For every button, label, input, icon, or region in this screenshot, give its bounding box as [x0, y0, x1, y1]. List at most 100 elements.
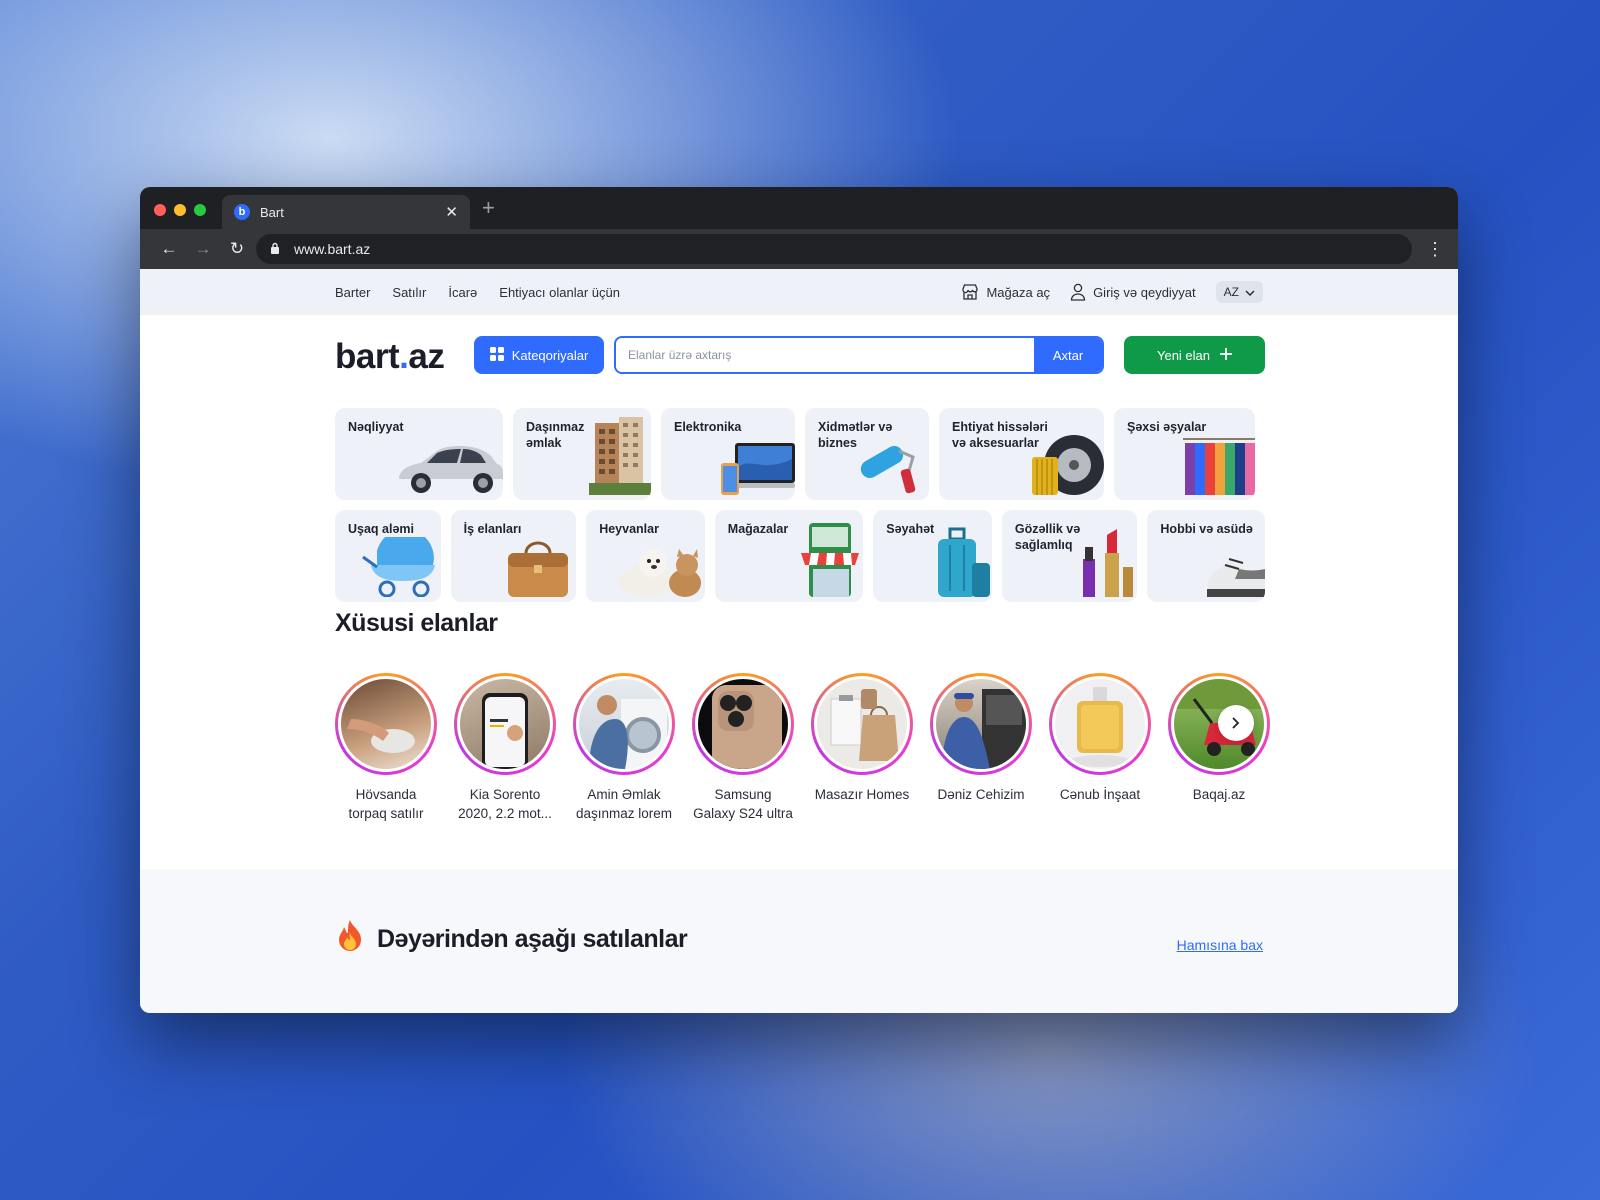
search-bar: Axtar [614, 336, 1104, 374]
laptop-icon [721, 437, 795, 500]
deals-title: Dəyərindən aşağı satılanlar [377, 925, 688, 953]
stroller-icon [357, 529, 441, 602]
close-icon[interactable]: ✕ [445, 203, 458, 221]
sneaker-icon [1205, 539, 1265, 602]
car-icon [393, 437, 503, 500]
category-kids[interactable]: Uşaq aləmi [335, 510, 441, 602]
search-button[interactable]: Axtar [1034, 338, 1102, 372]
category-label: Heyvanlar [599, 522, 659, 536]
browser-window: b Bart ✕ + ← → ↻ www.bart.az ⋮ Barter Sa… [140, 187, 1458, 1013]
lock-icon [270, 242, 280, 257]
url-text: www.bart.az [294, 241, 371, 257]
story-image [695, 676, 791, 772]
language-select[interactable]: AZ [1215, 281, 1263, 303]
nav-for-sale[interactable]: Satılır [392, 285, 426, 300]
story-image [814, 676, 910, 772]
story-name: Masazır Homes [814, 787, 910, 802]
story-image [576, 676, 672, 772]
browser-tab[interactable]: b Bart ✕ [222, 195, 470, 229]
chevron-right-icon[interactable] [1218, 705, 1254, 741]
category-animals[interactable]: Heyvanlar [586, 510, 705, 602]
nav-rent[interactable]: İcarə [448, 285, 477, 300]
top-actions: Mağaza aç Giriş və qeydiyyat AZ [961, 269, 1263, 315]
logo-dot: . [399, 337, 409, 376]
deals-section: Dəyərindən aşağı satılanlar Hamısına bax [140, 869, 1458, 1013]
story-name: Dəniz Cehizim [937, 787, 1025, 802]
search-input[interactable] [616, 338, 1034, 372]
new-listing-button[interactable]: Yeni elan [1124, 336, 1265, 374]
featured-stories: Hövsanda torpaq satılır Kia Sorento 2020… [335, 673, 1270, 823]
store-icon [961, 283, 979, 301]
maximize-window-button[interactable] [194, 204, 206, 216]
story-name: Cənub İnşaat [1059, 787, 1141, 802]
storefront-icon [801, 523, 863, 602]
see-all-link[interactable]: Hamısına bax [1177, 937, 1263, 953]
category-label: Hobbi və asüdə [1160, 522, 1253, 536]
categories-button[interactable]: Kateqoriyalar [474, 336, 604, 374]
tab-title: Bart [260, 204, 284, 220]
category-services[interactable]: Xidmətlər və biznes [805, 408, 929, 500]
login-link[interactable]: Giriş və qeydiyyat [1070, 283, 1196, 301]
address-bar[interactable]: www.bart.az [256, 234, 1412, 264]
cosmetics-icon [1077, 527, 1137, 602]
new-listing-label: Yeni elan [1156, 347, 1210, 363]
site-logo[interactable]: bart.az [335, 337, 445, 377]
logo-main: bart [335, 337, 400, 376]
logo-tld: az [408, 337, 445, 376]
paint-roller-icon [853, 435, 929, 500]
user-icon [1070, 283, 1086, 301]
deals-title-row: Dəyərindən aşağı satılanlar [335, 919, 688, 960]
story-item[interactable]: Baqaj.az [1168, 673, 1270, 823]
language-value: AZ [1223, 285, 1239, 299]
reload-icon[interactable]: ↻ [220, 239, 254, 259]
category-travel[interactable]: Səyahət [873, 510, 992, 602]
story-image [933, 676, 1029, 772]
tire-icon [1032, 429, 1104, 500]
story-name: Baqaj.az [1192, 787, 1246, 802]
forward-arrow-icon[interactable]: → [186, 239, 220, 259]
story-item[interactable]: Kia Sorento 2020, 2.2 mot... [454, 673, 556, 823]
nav-barter[interactable]: Barter [335, 285, 370, 300]
story-item[interactable]: Samsung Galaxy S24 ultra [692, 673, 794, 823]
close-window-button[interactable] [154, 204, 166, 216]
minimize-window-button[interactable] [174, 204, 186, 216]
category-label: Uşaq aləmi [348, 522, 415, 536]
story-item[interactable]: Amin Əmlak daşınmaz lorem [573, 673, 675, 823]
chevron-down-icon [1245, 285, 1255, 299]
story-item[interactable]: Masazır Homes [811, 673, 913, 823]
plus-icon [1220, 347, 1232, 363]
category-jobs[interactable]: İş elanları [450, 510, 577, 602]
category-real-estate[interactable]: Daşınmaz əmlak [513, 408, 651, 500]
category-label: İş elanları [463, 522, 522, 536]
category-parts[interactable]: Ehtiyat hissələri və aksesuarlar [939, 408, 1104, 500]
story-image [338, 676, 434, 772]
fire-icon [335, 919, 365, 960]
page-content: Barter Satılır İcarə Ehtiyacı olanlar üç… [140, 269, 1458, 1013]
story-item[interactable]: Dəniz Cehizim [930, 673, 1032, 823]
category-personal[interactable]: Şəxsi əşyalar [1114, 408, 1255, 500]
category-label: Elektronika [674, 420, 742, 434]
story-name: Hövsanda torpaq satılır [348, 787, 424, 821]
browser-toolbar: ← → ↻ www.bart.az ⋮ [140, 229, 1458, 269]
story-item[interactable]: Cənub İnşaat [1049, 673, 1151, 823]
open-store-label: Mağaza aç [986, 284, 1051, 300]
category-stores[interactable]: Mağazalar [714, 510, 864, 602]
suitcase-icon [932, 525, 992, 602]
favicon-icon: b [234, 204, 250, 220]
category-beauty[interactable]: Gözəllik və sağlamlıq [1001, 510, 1138, 602]
story-item[interactable]: Hövsanda torpaq satılır [335, 673, 437, 823]
category-label: Səyahət [886, 522, 935, 536]
new-tab-icon[interactable]: + [482, 195, 495, 221]
category-transport[interactable]: Nəqliyyat [335, 408, 503, 500]
nav-for-needy[interactable]: Ehtiyacı olanlar üçün [499, 285, 620, 300]
story-image [1052, 676, 1148, 772]
open-store-link[interactable]: Mağaza aç [961, 283, 1050, 301]
featured-title: Xüsusi elanlar [335, 609, 498, 637]
menu-kebab-icon[interactable]: ⋮ [1426, 239, 1444, 260]
category-label: Nəqliyyat [348, 420, 404, 434]
back-arrow-icon[interactable]: ← [152, 239, 186, 259]
story-name: Kia Sorento 2020, 2.2 mot... [458, 787, 552, 821]
site-header: bart.az Kateqoriyalar Axtar Yeni elan [140, 315, 1458, 395]
category-electronics[interactable]: Elektronika [661, 408, 795, 500]
category-hobby[interactable]: Hobbi və asüdə [1147, 510, 1265, 602]
